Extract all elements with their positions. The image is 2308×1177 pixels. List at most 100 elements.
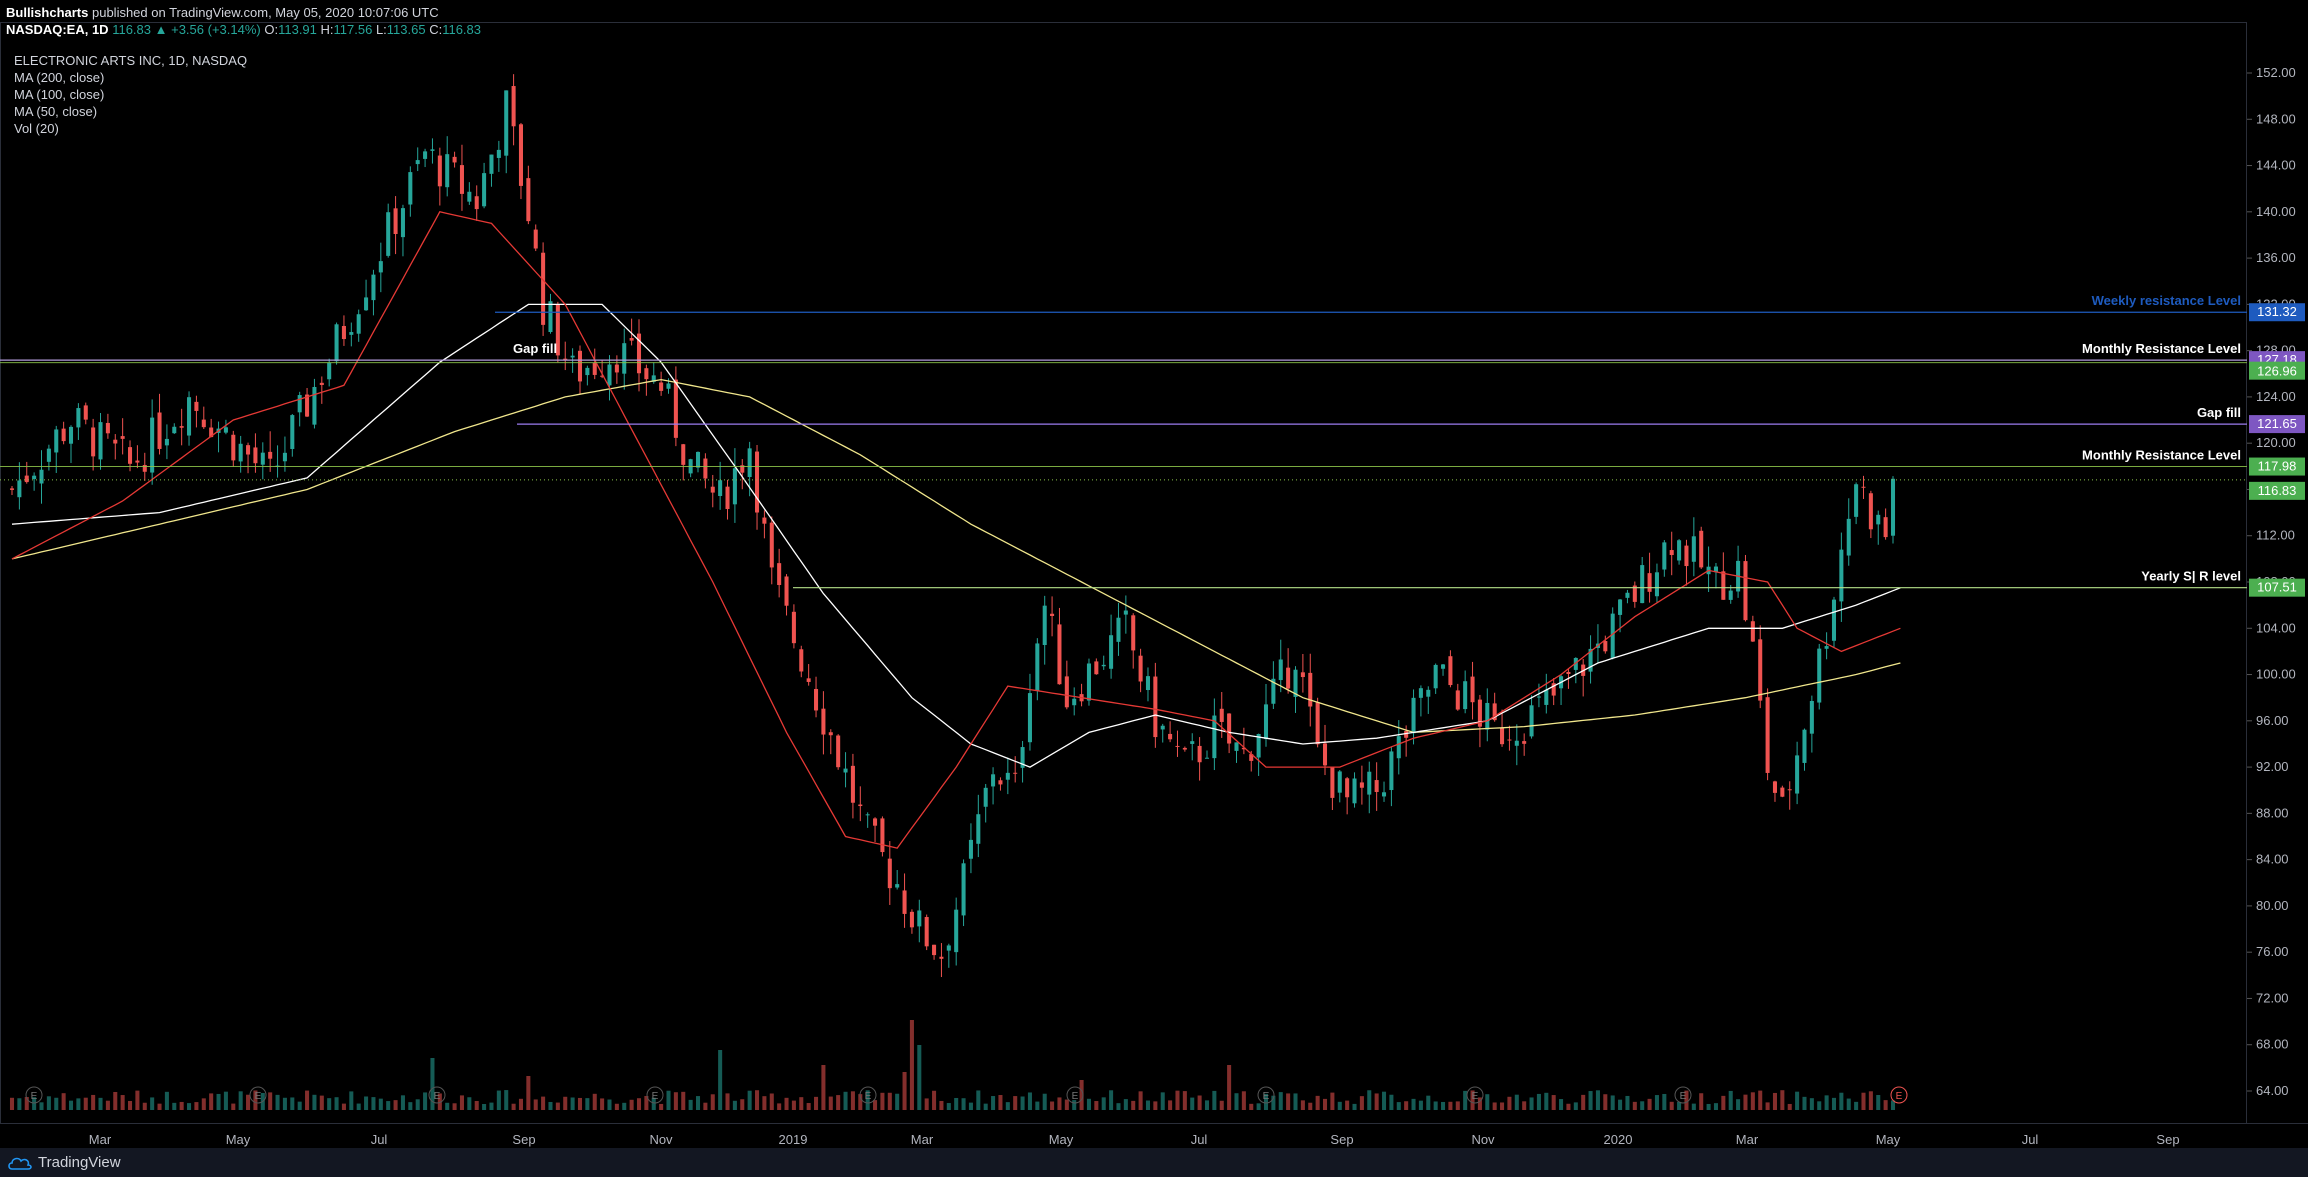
legend-volume[interactable]: Vol (20) [14,120,247,137]
volume-bar [1374,1093,1379,1110]
candle-body [1396,736,1401,759]
earnings-marker-label: E [255,1091,262,1102]
volume-bar [474,1100,479,1110]
volume-bar [1249,1103,1254,1110]
volume-bar [327,1098,332,1110]
legend-ma50[interactable]: MA (50, close) [14,103,247,120]
volume-bar [400,1095,405,1110]
volume-bar [659,1103,664,1110]
candle-body [1094,661,1099,675]
volume-bar [1013,1096,1018,1110]
volume-bar [1750,1092,1755,1110]
x-tick-label: Nov [649,1132,673,1147]
volume-bar [1610,1095,1615,1110]
level-label: Monthly Resistance Level [2082,448,2241,463]
volume-bar [408,1102,413,1110]
y-tick-label: 68.00 [2256,1037,2289,1052]
candle-body [341,326,346,340]
price-chart[interactable]: 152.00148.00144.00140.00136.00132.00128.… [0,0,2308,1148]
candle-body [364,297,369,311]
candle-body [710,486,715,493]
volume-bar [1787,1103,1792,1110]
candle-body [1286,667,1291,689]
volume-bar [356,1103,361,1110]
volume-bar [201,1098,206,1110]
volume-bar [504,1090,509,1110]
candle-body [1536,696,1541,698]
volume-bar [1042,1093,1047,1110]
x-tick-label: Sep [2156,1132,2179,1147]
legend-title[interactable]: ELECTRONIC ARTS INC, 1D, NASDAQ [14,52,247,69]
volume-bar [54,1097,59,1110]
earnings-marker-label: E [31,1091,38,1102]
candle-body [1618,599,1623,615]
volume-bar [1728,1090,1733,1110]
candle-body [1802,729,1807,763]
level-price-tag-text: 131.32 [2257,304,2297,319]
candle-body [570,355,575,358]
candle-body [179,426,184,428]
x-tick-label: Sep [1330,1132,1353,1147]
volume-bar [607,1099,612,1110]
legend-ma100[interactable]: MA (100, close) [14,86,247,103]
volume-bar [1404,1101,1409,1110]
candle-body [755,451,760,513]
candle-body [1109,635,1114,669]
candle-body [1743,561,1748,621]
volume-bar [1426,1095,1431,1110]
candle-body [408,172,413,205]
volume-bar [1492,1102,1497,1110]
earnings-marker-label: E [434,1091,441,1102]
candle-body [1603,641,1608,652]
x-tick-label: May [1049,1132,1074,1147]
volume-bar [1802,1096,1807,1110]
volume-bar [1315,1095,1320,1110]
volume-bar [39,1102,44,1110]
candle-body [541,252,546,325]
x-tick-label: Mar [911,1132,934,1147]
candle-body [1367,771,1372,795]
candle-body [91,427,96,457]
volume-bar [1101,1097,1106,1110]
candle-body [76,408,81,428]
volume-bar [887,1092,892,1110]
level-price-tag-text: 107.51 [2257,580,2297,595]
volume-bar [1138,1091,1143,1110]
candle-body [1455,690,1460,710]
volume-bar [998,1095,1003,1110]
candle-body [518,124,523,186]
gap-fill-label: Gap fill [513,341,557,356]
volume-bar [541,1096,546,1110]
volume-bar [673,1092,678,1110]
volume-bar [1204,1100,1210,1110]
volume-bar [1618,1099,1623,1110]
candle-body [806,678,811,682]
volume-bar [1064,1099,1069,1110]
candle-body [1809,701,1814,734]
volume-bar [231,1103,236,1110]
candle-body [666,383,671,389]
volume-bar [482,1103,487,1110]
candle-body [452,156,457,163]
candle-body [1160,725,1165,730]
level-price-tag-text: 121.65 [2257,416,2297,431]
y-tick-label: 136.00 [2256,250,2296,265]
volume-bar [1536,1093,1541,1110]
candle-body [437,155,442,187]
legend-ma200[interactable]: MA (200, close) [14,69,247,86]
volume-bar [341,1103,346,1110]
volume-bar [629,1099,634,1110]
y-tick-label: 140.00 [2256,204,2296,219]
candle-body [282,452,287,462]
volume-bar [1485,1094,1490,1110]
candle-body [1750,621,1755,642]
volume-bar [1839,1092,1844,1110]
tradingview-logo[interactable]: TradingView [8,1154,121,1171]
candle-body [128,447,133,464]
volume-bar [393,1100,398,1110]
candle-body [1662,542,1667,570]
volume-bar [570,1097,575,1110]
volume-bar [1861,1092,1866,1110]
candle-body [1625,592,1630,598]
candle-body [1418,688,1423,698]
